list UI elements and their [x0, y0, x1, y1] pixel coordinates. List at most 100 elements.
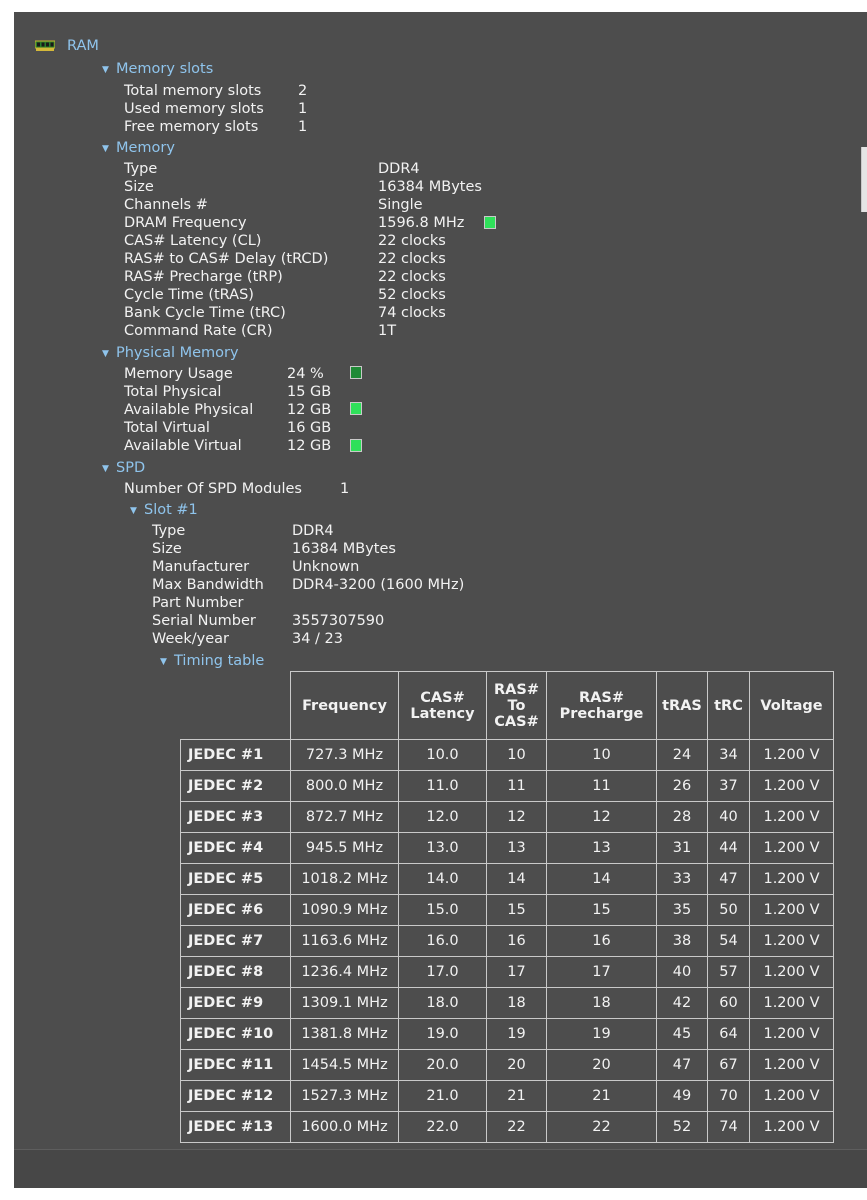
prop-value: 16384 MBytes [378, 179, 482, 195]
section-header: Memory slots [116, 61, 214, 77]
table-cell: 37 [707, 770, 750, 802]
tree-node-ram[interactable]: RAM [67, 37, 99, 55]
table-cell: 1.200 V [749, 1080, 834, 1112]
timing-table-row: JEDEC #5 1018.2 MHz 14.0 14 14 33 47 1.200 V [180, 863, 834, 895]
table-cell: 945.5 MHz [290, 832, 399, 864]
column-header: RAS# To CAS# [486, 671, 547, 740]
table-cell: 1.200 V [749, 925, 834, 957]
table-cell: 49 [656, 1080, 708, 1112]
table-cell: 1163.6 MHz [290, 925, 399, 957]
tree-node-memory-slots[interactable]: ▼ Memory slots [102, 60, 213, 79]
tree-node-physical-memory[interactable]: ▼ Physical Memory [102, 344, 239, 363]
scrollbar-tab[interactable] [861, 147, 867, 212]
table-cell: 33 [656, 863, 708, 895]
table-cell: 12 [546, 801, 657, 833]
table-cell: 16.0 [398, 925, 487, 957]
prop-label: Part Number [152, 595, 244, 611]
prop-label: Total memory slots [124, 83, 262, 99]
table-cell: 1381.8 MHz [290, 1018, 399, 1050]
expand-caret-icon[interactable]: ▼ [102, 140, 116, 158]
row-header: JEDEC #11 [180, 1049, 291, 1081]
tree-node-memory[interactable]: ▼ Memory [102, 139, 175, 158]
table-cell: 13 [486, 832, 547, 864]
prop-label: Size [152, 541, 182, 557]
table-cell: 21.0 [398, 1080, 487, 1112]
table-cell: 10 [486, 739, 547, 771]
tree-node-timing-table[interactable]: ▼ Timing table [160, 652, 264, 671]
table-cell: 12.0 [398, 801, 487, 833]
timing-table-header-row: Frequency CAS# Latency RAS# To CAS# RAS#… [181, 671, 834, 740]
table-cell: 16 [486, 925, 547, 957]
prop-label: Total Virtual [124, 420, 210, 436]
tree-node-slot-1[interactable]: ▼ Slot #1 [130, 501, 198, 520]
expand-caret-icon[interactable]: ▼ [102, 61, 116, 79]
table-cell: 17 [546, 956, 657, 988]
row-header: JEDEC #9 [180, 987, 291, 1019]
prop-value: 1T [378, 323, 397, 339]
status-bar [14, 1149, 867, 1189]
prop-value: DDR4 [292, 523, 334, 539]
table-cell: 40 [656, 956, 708, 988]
prop-value: 2 [298, 83, 308, 99]
table-cell: 22 [486, 1111, 547, 1143]
prop-value: 16384 MBytes [292, 541, 396, 557]
table-cell: 1454.5 MHz [290, 1049, 399, 1081]
prop-label: DRAM Frequency [124, 215, 247, 231]
timing-table-row: JEDEC #12 1527.3 MHz 21.0 21 21 49 70 1.200 V [180, 1080, 834, 1112]
prop-value: 34 / 23 [292, 631, 344, 647]
table-cell: 28 [656, 801, 708, 833]
section-header: SPD [116, 460, 146, 476]
table-cell: 13 [546, 832, 657, 864]
table-cell: 17 [486, 956, 547, 988]
row-header: JEDEC #3 [180, 801, 291, 833]
table-cell: 31 [656, 832, 708, 864]
column-header: RAS# Precharge [546, 671, 657, 740]
table-cell: 11.0 [398, 770, 487, 802]
table-cell: 12 [486, 801, 547, 833]
table-cell: 24 [656, 739, 708, 771]
table-cell: 15 [486, 894, 547, 926]
section-header: Slot #1 [144, 502, 198, 518]
prop-value: DDR4-3200 (1600 MHz) [292, 577, 465, 593]
timing-table-row: JEDEC #13 1600.0 MHz 22.0 22 22 52 74 1.200 V [180, 1111, 834, 1143]
row-header: JEDEC #5 [180, 863, 291, 895]
table-cell: 1.200 V [749, 1018, 834, 1050]
row-header: JEDEC #12 [180, 1080, 291, 1112]
prop-value: 1 [298, 101, 308, 117]
tree-node-spd[interactable]: ▼ SPD [102, 459, 145, 478]
timing-table-row: JEDEC #4 945.5 MHz 13.0 13 13 31 44 1.200 V [180, 832, 834, 864]
expand-caret-icon[interactable]: ▼ [130, 502, 144, 520]
table-cell: 20 [486, 1049, 547, 1081]
table-cell: 1.200 V [749, 987, 834, 1019]
table-cell: 1.200 V [749, 801, 834, 833]
prop-label: Bank Cycle Time (tRC) [124, 305, 286, 321]
section-header: Physical Memory [116, 345, 239, 361]
expand-caret-icon[interactable]: ▼ [102, 345, 116, 363]
expand-caret-icon[interactable]: ▼ [102, 460, 116, 478]
table-cell: 17.0 [398, 956, 487, 988]
table-cell: 26 [656, 770, 708, 802]
column-header: CAS# Latency [398, 671, 487, 740]
prop-value: 24 % [287, 366, 324, 382]
row-header: JEDEC #13 [180, 1111, 291, 1143]
table-cell: 19.0 [398, 1018, 487, 1050]
table-cell: 15.0 [398, 894, 487, 926]
table-cell: 1236.4 MHz [290, 956, 399, 988]
prop-label: Total Physical [124, 384, 222, 400]
prop-label: Max Bandwidth [152, 577, 264, 593]
prop-value: 1596.8 MHz [378, 215, 465, 231]
prop-value: 22 clocks [378, 251, 446, 267]
prop-value: 22 clocks [378, 269, 446, 285]
expand-caret-icon[interactable]: ▼ [160, 653, 174, 671]
table-cell: 16 [546, 925, 657, 957]
ram-label: RAM [67, 38, 99, 54]
table-cell: 15 [546, 894, 657, 926]
timing-table-row: JEDEC #11 1454.5 MHz 20.0 20 20 47 67 1.200 V [180, 1049, 834, 1081]
prop-label: Number Of SPD Modules [124, 481, 302, 497]
prop-label: Week/year [152, 631, 229, 647]
prop-label: Command Rate (CR) [124, 323, 273, 339]
row-header: JEDEC #10 [180, 1018, 291, 1050]
prop-value: 74 clocks [378, 305, 446, 321]
table-cell: 18 [546, 987, 657, 1019]
column-header: tRAS [656, 671, 708, 740]
